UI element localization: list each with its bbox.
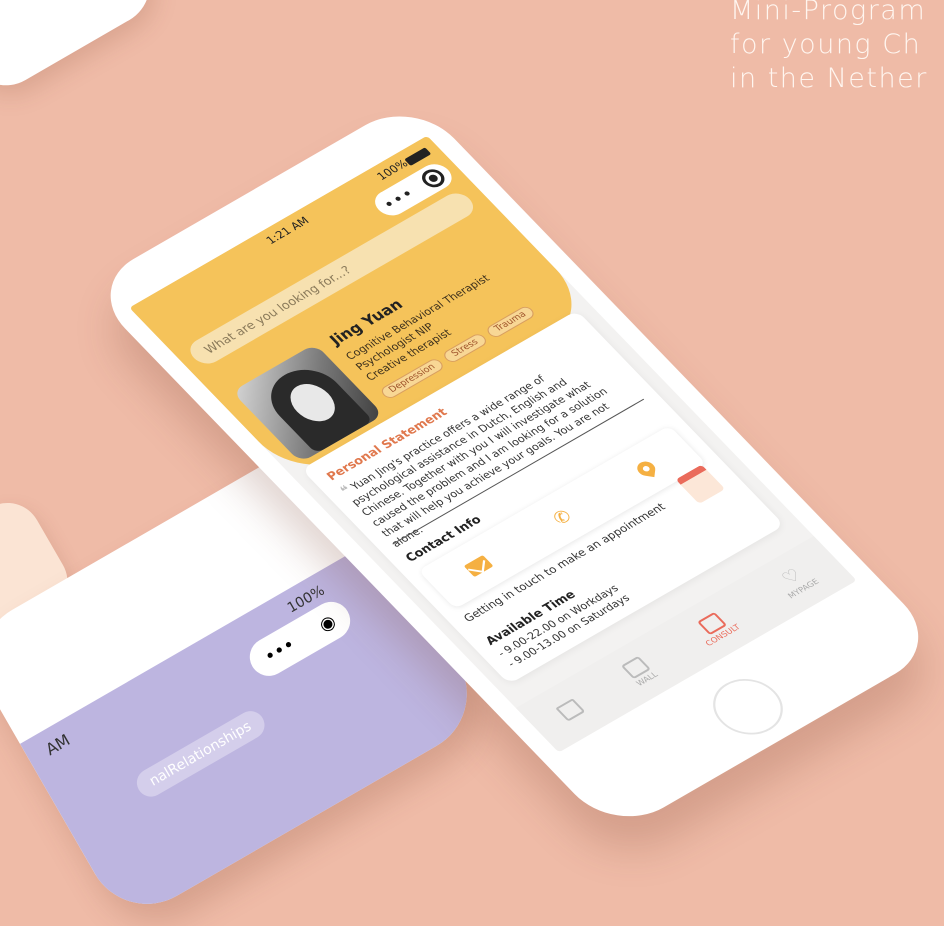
headline-line-2: for young Ch — [730, 29, 922, 60]
close-target-icon[interactable]: ◉ — [315, 610, 339, 636]
phone-icon[interactable]: ✆ — [542, 501, 583, 533]
tab-mypage[interactable]: ♡ MYPAGE — [771, 562, 820, 600]
headline: Mini-Program for young Ch in the Nether — [730, 0, 928, 96]
mail-icon[interactable] — [458, 549, 499, 581]
background-phone-top — [0, 0, 165, 100]
headline-line-1: Mini-Program — [730, 0, 927, 26]
tab-wall[interactable]: WALL — [620, 655, 659, 687]
tab-consult[interactable]: CONSULT — [689, 607, 742, 647]
more-icon[interactable]: ••• — [261, 634, 299, 668]
tab-home[interactable] — [555, 698, 587, 723]
close-target-icon[interactable] — [417, 165, 449, 191]
headline-line-3: in the Nether — [730, 63, 928, 94]
location-pin-icon[interactable] — [625, 453, 666, 485]
home-icon — [555, 698, 586, 722]
